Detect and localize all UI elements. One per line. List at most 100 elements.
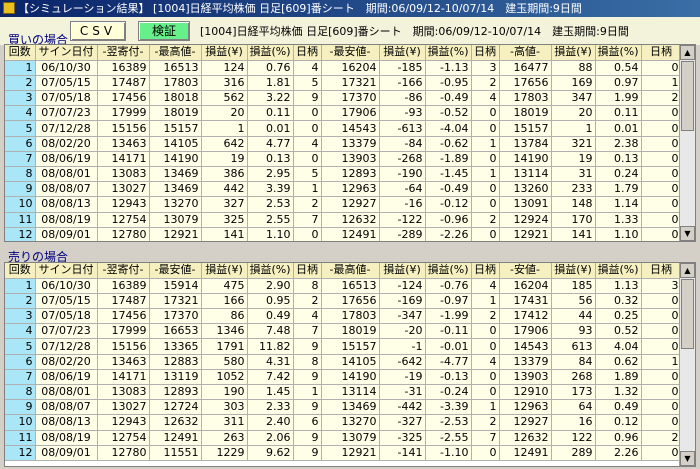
column-header[interactable]: 日柄 bbox=[641, 263, 682, 279]
row-index-cell: 2 bbox=[5, 293, 36, 310]
table-cell: 613 bbox=[551, 338, 596, 355]
column-header[interactable]: 損益(¥) bbox=[201, 263, 248, 279]
column-header[interactable]: 損益(%) bbox=[425, 45, 472, 61]
table-row[interactable]: 10 08/08/13 12943 12632 311 2.40 6 13270 -327 -2.… bbox=[5, 414, 682, 431]
table-cell: 122 bbox=[551, 430, 596, 446]
column-header[interactable]: 日柄 bbox=[293, 263, 322, 279]
column-header[interactable]: 損益(¥) bbox=[551, 45, 596, 61]
column-header[interactable]: 損益(%) bbox=[247, 263, 294, 279]
column-header[interactable]: 日柄 bbox=[471, 45, 500, 61]
scroll-up-arrow-icon[interactable]: ▲ bbox=[680, 263, 695, 278]
scroll-down-arrow-icon[interactable]: ▼ bbox=[680, 226, 695, 241]
table-cell: -0.49 bbox=[425, 181, 472, 198]
table-cell: 0 bbox=[641, 151, 682, 168]
table-row[interactable]: 8 08/08/01 13083 12893 190 1.45 1 13114 -31 -0.24… bbox=[5, 384, 682, 401]
table-cell: 12893 bbox=[321, 166, 380, 183]
window-title: 【シミュレーション結果】 [1004]日経平均株価 日足[609]番シート 期間… bbox=[18, 2, 582, 15]
app-icon bbox=[3, 2, 15, 14]
sell-scrollbar[interactable]: ▲ ▼ bbox=[679, 263, 695, 466]
verify-button[interactable]: 検証 bbox=[138, 21, 190, 41]
table-row[interactable]: 2 07/05/15 17487 17803 316 1.81 5 17321 -166 -0.9… bbox=[5, 75, 682, 92]
table-row[interactable]: 9 08/08/07 13027 12724 303 2.33 9 13469 -442 -3.3… bbox=[5, 399, 682, 416]
column-header[interactable]: 損益(¥) bbox=[379, 45, 426, 61]
scroll-down-arrow-icon[interactable]: ▼ bbox=[680, 451, 695, 466]
table-cell: 1.13 bbox=[595, 278, 642, 294]
table-cell: -2.26 bbox=[425, 227, 472, 241]
table-row[interactable]: 12 08/09/01 12780 11551 1229 9.62 9 12921 -141 -1… bbox=[5, 445, 682, 461]
table-row[interactable]: 1 06/10/30 16389 15914 475 2.90 8 16513 -124 -0.7… bbox=[5, 278, 682, 294]
sell-results-grid[interactable]: 回数 サイン日付 -翌寄付- -最安値- 損益(¥) 損益(%) 日柄 -最高値- 損益(¥) 損… bbox=[4, 262, 696, 467]
column-header[interactable]: 損益(%) bbox=[247, 45, 294, 61]
column-header[interactable]: -最高値- bbox=[321, 263, 380, 279]
table-cell: 11.82 bbox=[247, 338, 294, 355]
column-header[interactable]: 損益(%) bbox=[595, 45, 642, 61]
table-row[interactable]: 12 08/09/01 12780 12921 141 1.10 0 12491 -289 -2.… bbox=[5, 227, 682, 241]
table-row[interactable]: 11 08/08/19 12754 13079 325 2.55 7 12632 -122 -0.… bbox=[5, 212, 682, 228]
table-row[interactable]: 4 07/07/23 17999 18019 20 0.11 0 17906 -93 -0.52 0… bbox=[5, 105, 682, 122]
column-header[interactable]: サイン日付 bbox=[35, 263, 98, 279]
table-row[interactable]: 4 07/07/23 17999 16653 1346 7.48 7 18019 -20 -0.1… bbox=[5, 323, 682, 340]
table-row[interactable]: 7 08/06/19 14171 14190 19 0.13 0 13903 -268 -1.89… bbox=[5, 151, 682, 168]
column-header[interactable]: 損益(¥) bbox=[551, 263, 596, 279]
table-cell: -2.53 bbox=[425, 414, 472, 431]
row-index-cell: 6 bbox=[5, 354, 36, 370]
table-row[interactable]: 11 08/08/19 12754 12491 263 2.06 9 13079 -325 -2.… bbox=[5, 430, 682, 446]
table-cell: 08/02/20 bbox=[35, 354, 98, 370]
column-header[interactable]: -最安値- bbox=[321, 45, 380, 61]
column-header[interactable]: サイン日付 bbox=[35, 45, 98, 61]
buy-results-grid[interactable]: 回数 サイン日付 -翌寄付- -最高値- 損益(¥) 損益(%) 日柄 -最安値- 損益(¥) 損… bbox=[4, 44, 696, 242]
table-cell: 173 bbox=[551, 384, 596, 401]
table-cell: 16389 bbox=[97, 278, 150, 294]
table-row[interactable]: 3 07/05/18 17456 17370 86 0.49 4 17803 -347 -1.99… bbox=[5, 308, 682, 325]
table-cell: 185 bbox=[551, 278, 596, 294]
column-header[interactable]: 日柄 bbox=[641, 45, 682, 61]
row-index-cell: 10 bbox=[5, 196, 36, 213]
table-cell: 1346 bbox=[201, 323, 248, 340]
column-header[interactable]: -最安値- bbox=[149, 263, 202, 279]
column-header[interactable]: -翌寄付- bbox=[97, 263, 150, 279]
table-cell: 0 bbox=[641, 212, 682, 228]
table-cell: -0.49 bbox=[425, 90, 472, 107]
column-header[interactable]: 損益(¥) bbox=[201, 45, 248, 61]
table-cell: 1.79 bbox=[595, 181, 642, 198]
table-row[interactable]: 9 08/08/07 13027 13469 442 3.39 1 12963 -64 -0.49… bbox=[5, 181, 682, 198]
column-header[interactable]: 日柄 bbox=[471, 263, 500, 279]
table-cell: 15157 bbox=[499, 120, 552, 137]
row-index-cell: 11 bbox=[5, 430, 36, 446]
table-row[interactable]: 5 07/12/28 15156 13365 1791 11.82 9 15157 -1 -0.0… bbox=[5, 338, 682, 355]
table-row[interactable]: 10 08/08/13 12943 13270 327 2.53 2 12927 -16 -0.1… bbox=[5, 196, 682, 213]
table-cell: -0.96 bbox=[425, 212, 472, 228]
table-row[interactable]: 1 06/10/30 16389 16513 124 0.76 4 16204 -185 -1.1… bbox=[5, 60, 682, 76]
column-header[interactable]: 損益(%) bbox=[595, 263, 642, 279]
scroll-thumb[interactable] bbox=[681, 61, 694, 131]
csv-button[interactable]: CSV bbox=[70, 21, 126, 41]
column-header[interactable]: 回数 bbox=[5, 45, 36, 61]
column-header[interactable]: 日柄 bbox=[293, 45, 322, 61]
column-header[interactable]: 損益(%) bbox=[425, 263, 472, 279]
scroll-thumb[interactable] bbox=[681, 279, 694, 349]
column-header[interactable]: -高値- bbox=[499, 45, 552, 61]
table-row[interactable]: 2 07/05/15 17487 17321 166 0.95 2 17656 -169 -0.9… bbox=[5, 293, 682, 310]
table-cell: -4.04 bbox=[425, 120, 472, 137]
column-header[interactable]: -翌寄付- bbox=[97, 45, 150, 61]
table-row[interactable]: 5 07/12/28 15156 15157 1 0.01 0 14543 -613 -4.04 0… bbox=[5, 120, 682, 137]
table-cell: 08/06/19 bbox=[35, 151, 98, 168]
scroll-up-arrow-icon[interactable]: ▲ bbox=[680, 45, 695, 60]
column-header[interactable]: -最高値- bbox=[149, 45, 202, 61]
table-cell: 0.76 bbox=[247, 60, 294, 76]
table-row[interactable]: 8 08/08/01 13083 13469 386 2.95 5 12893 -190 -1.4… bbox=[5, 166, 682, 183]
buy-scrollbar[interactable]: ▲ ▼ bbox=[679, 45, 695, 241]
column-header[interactable]: 損益(¥) bbox=[379, 263, 426, 279]
table-cell: 07/05/15 bbox=[35, 75, 98, 92]
table-cell: 1.10 bbox=[595, 227, 642, 241]
table-cell: 4 bbox=[471, 90, 500, 107]
table-row[interactable]: 3 07/05/18 17456 18018 562 3.22 9 17370 -86 -0.49… bbox=[5, 90, 682, 107]
row-index-cell: 5 bbox=[5, 338, 36, 355]
column-header[interactable]: 回数 bbox=[5, 263, 36, 279]
table-row[interactable]: 6 08/02/20 13463 14105 642 4.77 4 13379 -84 -0.62… bbox=[5, 136, 682, 152]
table-row[interactable]: 6 08/02/20 13463 12883 580 4.31 8 14105 -642 -4.7… bbox=[5, 354, 682, 370]
row-index-cell: 1 bbox=[5, 278, 36, 294]
column-header[interactable]: -安値- bbox=[499, 263, 552, 279]
table-row[interactable]: 7 08/06/19 14171 13119 1052 7.42 9 14190 -19 -0.1… bbox=[5, 369, 682, 386]
table-cell: 321 bbox=[551, 136, 596, 152]
